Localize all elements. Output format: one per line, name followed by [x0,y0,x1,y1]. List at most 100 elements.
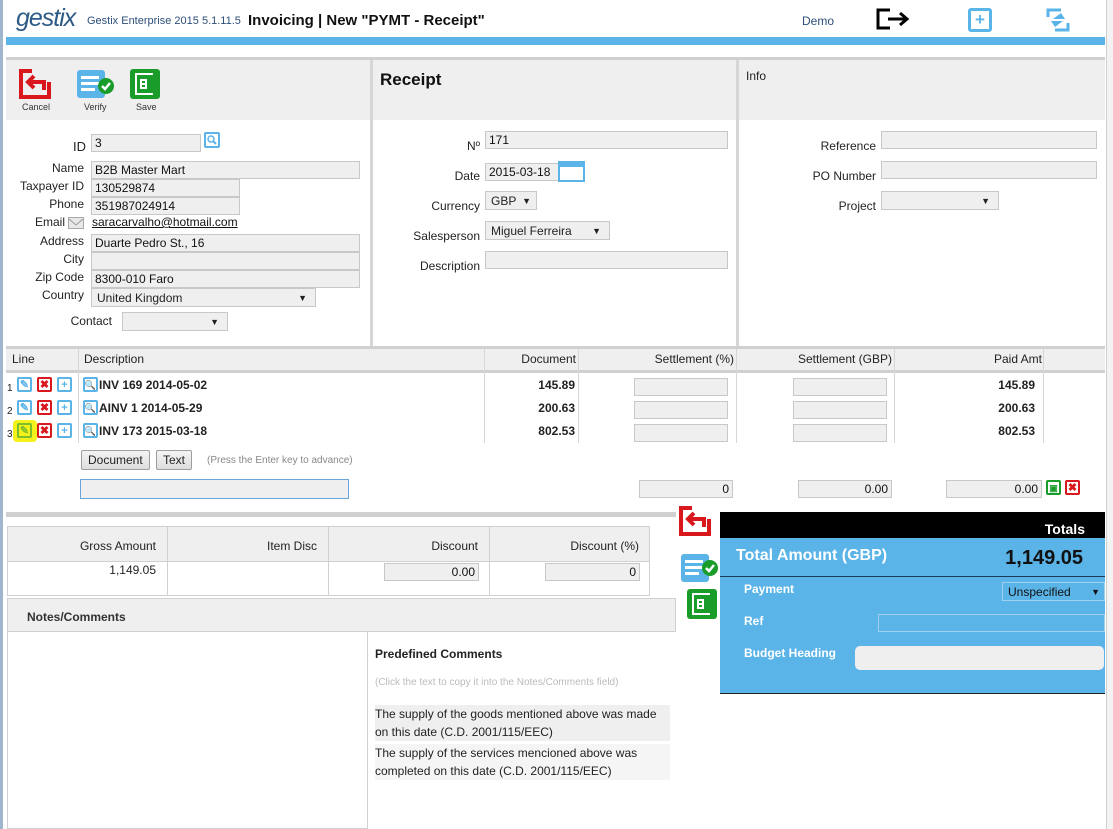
predefined-comment[interactable]: The supply of the goods mentioned above … [375,705,670,741]
refresh-icon[interactable] [1045,7,1071,33]
currency-select[interactable]: GBP ▼ [485,191,537,210]
line-settlement-gbp[interactable] [793,378,887,396]
search-document-icon[interactable]: 🔍 [83,400,98,415]
budget-field[interactable] [855,646,1104,670]
line-document: 802.53 [538,424,575,438]
line-settlement-pct[interactable] [634,378,728,396]
cancel-label: Cancel [22,102,51,112]
payment-select[interactable]: Unspecified ▼ [1002,582,1105,601]
discount-pct-field[interactable]: 0 [545,563,640,581]
line-description: AINV 1 2014-05-29 [99,401,203,415]
line-settlement-gbp[interactable] [793,424,887,442]
discount-field[interactable]: 0.00 [384,563,479,581]
phone-field[interactable]: 351987024914 [91,197,240,215]
col-sep [1043,349,1044,443]
delete-line-icon[interactable]: ✖ [37,423,52,438]
col-sep [736,349,737,443]
name-field[interactable]: B2B Master Mart [91,161,360,179]
line-settlement-pct[interactable] [634,401,728,419]
description-label: Description [419,259,480,273]
new-line-input[interactable] [80,479,349,499]
edit-line-icon[interactable]: ✎ [17,423,32,438]
predefined-heading: Predefined Comments [375,647,503,661]
line-number: 3 [7,429,13,440]
date-field[interactable]: 2015-03-18 [485,163,559,181]
project-label: Project [838,199,876,213]
insert-line-icon[interactable]: + [57,377,72,392]
po-field[interactable] [881,161,1097,179]
calendar-icon[interactable] [558,161,585,182]
number-field[interactable]: 171 [485,131,728,149]
search-customer-icon[interactable] [204,132,220,148]
notes-heading: Notes/Comments [27,610,126,624]
description-field[interactable] [485,251,728,269]
address-field[interactable]: Duarte Pedro St., 16 [91,234,360,252]
city-field[interactable] [91,252,360,270]
line-description: INV 173 2015-03-18 [99,424,208,438]
new-settlement-gbp[interactable]: 0.00 [798,480,892,498]
panel-divider-1 [370,60,373,347]
salesperson-value: Miguel Ferreira [491,224,572,238]
reference-label: Reference [820,139,876,153]
country-select[interactable]: United Kingdom ▼ [91,288,316,307]
delete-line-icon[interactable]: ✖ [37,400,52,415]
line-paid: 200.63 [998,401,1035,415]
app-name: Gestix Enterprise 2015 5.1.11.5 [87,15,241,27]
cancel-button[interactable]: Cancel [18,68,54,112]
user-name[interactable]: Demo [802,14,834,28]
search-document-icon[interactable]: 🔍 [83,423,98,438]
contact-select[interactable]: ▼ [122,312,228,331]
email-link[interactable]: saracarvalho@hotmail.com [92,215,238,229]
gross-value: 1,149.05 [109,563,156,577]
new-document-icon[interactable]: + [968,8,992,32]
chevron-down-icon: ▼ [592,226,601,236]
logout-icon[interactable] [876,7,912,31]
currency-label: Currency [431,199,480,213]
contact-label: Contact [70,314,112,328]
notes-textarea[interactable] [7,632,368,829]
line-description: INV 169 2014-05-02 [99,378,208,392]
text-button[interactable]: Text [156,450,193,470]
page-title: Invoicing | New "PYMT - Receipt" [248,12,485,29]
number-label: Nº [466,139,480,153]
reference-field[interactable] [881,131,1097,149]
email-icon[interactable] [68,217,84,229]
chevron-down-icon: ▼ [298,293,307,303]
cancel-floating-icon[interactable] [678,505,712,537]
predefined-hint: (Click the text to copy it into the Note… [375,677,619,688]
chevron-down-icon: ▼ [1091,587,1100,597]
taxpayer-label: Taxpayer ID [19,179,84,193]
summary-top-border [6,512,676,517]
line-number: 2 [7,406,13,417]
confirm-line-icon[interactable]: ▣ [1046,480,1061,495]
search-document-icon[interactable]: 🔍 [83,377,98,392]
save-floating-icon[interactable] [686,588,718,620]
delete-line-icon[interactable]: ✖ [37,377,52,392]
cancel-line-icon[interactable]: ✖ [1065,480,1080,495]
verify-button[interactable]: Verify [76,68,116,112]
ref-field[interactable] [878,614,1105,632]
line-document: 200.63 [538,401,575,415]
verify-floating-icon[interactable] [680,552,720,584]
taxpayer-field[interactable]: 130529874 [91,179,240,197]
edit-line-icon[interactable]: ✎ [17,377,32,392]
window-right-scrollbar[interactable] [1106,0,1113,829]
zip-field[interactable]: 8300-010 Faro [91,270,360,288]
col-sep [78,349,79,443]
save-button[interactable]: Save [129,68,163,112]
new-settlement-pct[interactable]: 0 [639,480,733,498]
new-paid[interactable]: 0.00 [946,480,1042,498]
toolbar-panel [6,60,370,120]
project-select[interactable]: ▼ [881,191,999,210]
insert-line-icon[interactable]: + [57,423,72,438]
insert-line-icon[interactable]: + [57,400,72,415]
id-field[interactable]: 3 [91,134,201,152]
salesperson-select[interactable]: Miguel Ferreira ▼ [485,221,610,240]
edit-line-icon[interactable]: ✎ [17,400,32,415]
verify-label: Verify [84,102,107,112]
line-settlement-pct[interactable] [634,424,728,442]
document-button[interactable]: Document [81,450,150,470]
predefined-comment[interactable]: The supply of the services mencioned abo… [375,744,670,780]
line-settlement-gbp[interactable] [793,401,887,419]
zip-label: Zip Code [35,270,84,284]
